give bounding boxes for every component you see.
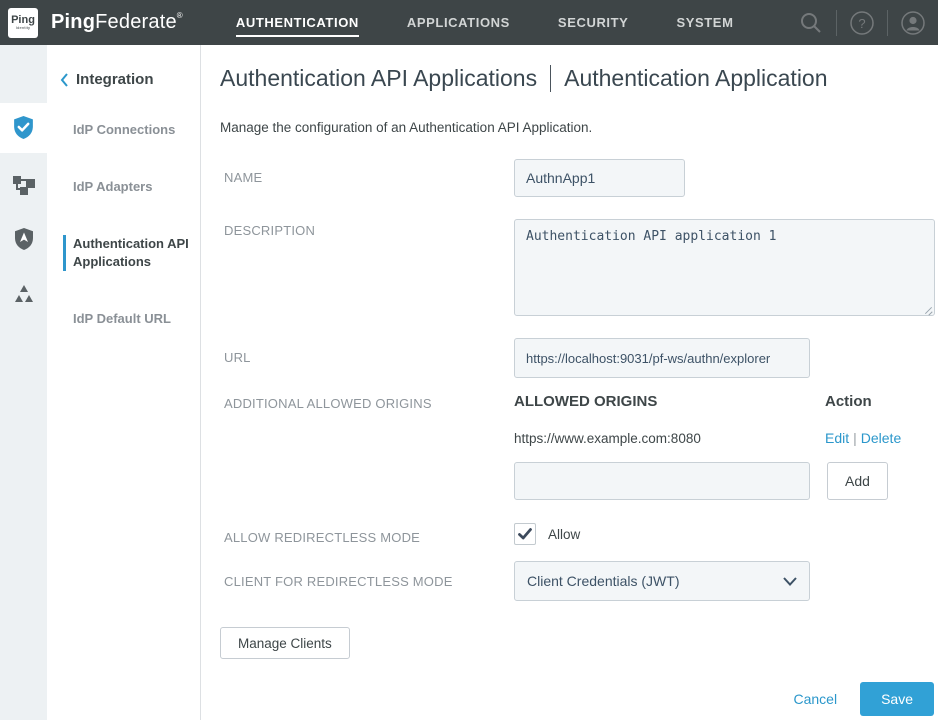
topbar-divider <box>887 10 888 36</box>
action-column-header: Action <box>825 393 872 410</box>
origin-add-row: Add <box>514 462 935 500</box>
allow-checkbox-label: Allow <box>548 527 580 542</box>
client-label: CLIENT FOR REDIRECTLESS MODE <box>224 561 514 601</box>
federation-icon[interactable] <box>11 281 36 306</box>
description-textarea[interactable]: Authentication API application 1 <box>514 219 935 316</box>
redirectless-label: ALLOW REDIRECTLESS MODE <box>224 523 514 545</box>
nav-authentication[interactable]: AUTHENTICATION <box>236 9 359 37</box>
sitemap-icon[interactable] <box>11 171 36 196</box>
origins-column-header: ALLOWED ORIGINS <box>514 393 825 410</box>
delete-link[interactable]: Delete <box>861 430 901 446</box>
url-input[interactable] <box>514 338 810 378</box>
sidebar-item-idp-connections[interactable]: IdP Connections <box>73 121 200 139</box>
client-row: CLIENT FOR REDIRECTLESS MODE Client Cred… <box>224 561 938 601</box>
allowed-origins-row: ADDITIONAL ALLOWED ORIGINS ALLOWED ORIGI… <box>224 393 938 500</box>
resize-handle[interactable] <box>923 304 933 314</box>
description-row: DESCRIPTION Authentication API applicati… <box>224 219 938 316</box>
sidebar-item-authentication-api-applications[interactable]: Authentication API Applications <box>63 235 200 271</box>
origin-actions: Edit|Delete <box>825 430 901 446</box>
save-button[interactable]: Save <box>860 682 934 716</box>
allowed-origins-label: ADDITIONAL ALLOWED ORIGINS <box>224 393 514 500</box>
new-origin-input[interactable] <box>514 462 810 500</box>
manage-clients-button[interactable]: Manage Clients <box>220 627 350 659</box>
url-label: URL <box>224 338 514 378</box>
allow-checkbox-wrap: Allow <box>514 523 580 545</box>
search-icon[interactable] <box>798 10 824 36</box>
nav-applications[interactable]: APPLICATIONS <box>407 9 510 37</box>
title-separator <box>550 65 551 92</box>
shield-arrow-icon[interactable] <box>11 226 36 251</box>
user-icon[interactable] <box>900 10 926 36</box>
footer-actions: Cancel Save <box>793 682 934 716</box>
sidebar-item-idp-default-url[interactable]: IdP Default URL <box>73 310 200 328</box>
topbar-divider <box>836 10 837 36</box>
main-nav: AUTHENTICATION APPLICATIONS SECURITY SYS… <box>236 9 782 37</box>
sidebar-section-integration[interactable]: Integration <box>60 71 200 88</box>
name-label: NAME <box>224 159 514 197</box>
edit-link[interactable]: Edit <box>825 430 849 446</box>
sidebar-menu: Integration IdP Connections IdP Adapters… <box>47 45 201 720</box>
redirectless-row: ALLOW REDIRECTLESS MODE Allow <box>224 523 938 545</box>
application-form: NAME DESCRIPTION Authentication API appl… <box>224 159 938 601</box>
chevron-left-icon <box>60 73 69 87</box>
page-title-secondary: Authentication Application <box>564 65 827 92</box>
allowed-origins-table: ALLOWED ORIGINS Action https://www.examp… <box>514 393 935 500</box>
name-input[interactable] <box>514 159 685 197</box>
chevron-down-icon <box>783 577 797 586</box>
nav-system[interactable]: SYSTEM <box>676 9 733 37</box>
topbar-utilities: ? <box>798 10 926 36</box>
sidebar-item-idp-adapters[interactable]: IdP Adapters <box>73 178 200 196</box>
top-navigation-bar: Ping Identity PingFederate® AUTHENTICATI… <box>0 0 938 45</box>
name-row: NAME <box>224 159 938 197</box>
logo-subtext: Identity <box>16 26 31 30</box>
help-icon[interactable]: ? <box>849 10 875 36</box>
ping-identity-logo: Ping Identity <box>8 8 38 38</box>
url-row: URL <box>224 338 938 378</box>
link-separator: | <box>853 430 857 446</box>
cancel-link[interactable]: Cancel <box>793 691 837 707</box>
brand-title: PingFederate® <box>51 11 183 34</box>
client-select[interactable]: Client Credentials (JWT) <box>514 561 810 601</box>
nav-security[interactable]: SECURITY <box>558 9 629 37</box>
svg-text:?: ? <box>858 16 865 31</box>
description-field-wrap: Authentication API application 1 <box>514 219 935 316</box>
page-title-primary: Authentication API Applications <box>220 65 537 92</box>
client-select-value: Client Credentials (JWT) <box>527 573 679 589</box>
origin-value: https://www.example.com:8080 <box>514 431 825 446</box>
description-label: DESCRIPTION <box>224 219 514 316</box>
main-content: Authentication API Applications Authenti… <box>201 45 938 720</box>
page-title: Authentication API Applications Authenti… <box>220 65 938 92</box>
allow-checkbox[interactable] <box>514 523 536 545</box>
checkmark-icon <box>517 526 533 542</box>
add-origin-button[interactable]: Add <box>827 462 888 500</box>
page-subtitle: Manage the configuration of an Authentic… <box>220 120 938 135</box>
shield-check-icon[interactable] <box>11 115 36 140</box>
origins-header-row: ALLOWED ORIGINS Action <box>514 393 935 410</box>
sidebar-section-label: Integration <box>76 71 154 88</box>
sidebar-icon-rail <box>0 45 47 720</box>
origin-table-row: https://www.example.com:8080 Edit|Delete <box>514 430 935 446</box>
